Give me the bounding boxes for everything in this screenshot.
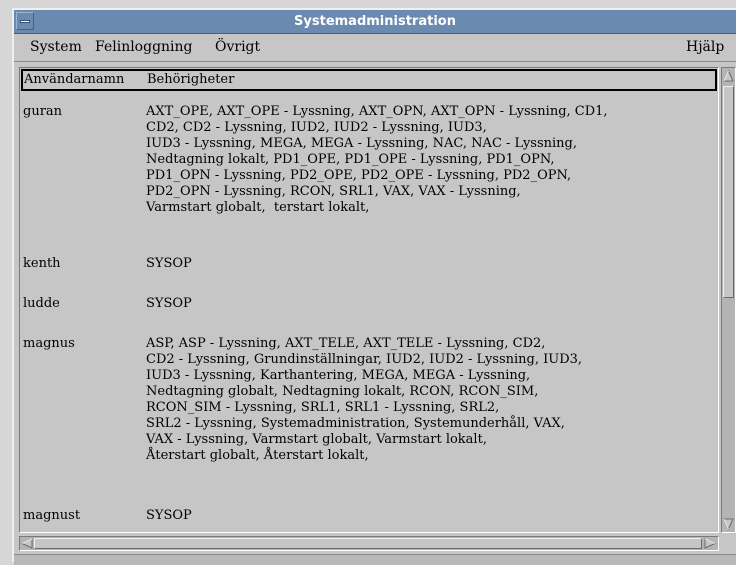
horizontal-scroll-thumb[interactable]: [34, 538, 702, 549]
arrow-up-icon[interactable]: [723, 70, 734, 82]
user-permissions-list[interactable]: Användarnamn Behörigheter guran AXT_OPE,…: [19, 67, 719, 533]
vertical-scrollbar[interactable]: [721, 67, 736, 533]
menu-help[interactable]: Hjälp: [686, 39, 724, 55]
permissions-text: SYSOP: [146, 296, 192, 311]
window-bottom-border: [14, 554, 736, 565]
menu-system[interactable]: System: [30, 39, 82, 55]
horizontal-scrollbar[interactable]: [19, 536, 719, 551]
user-name: kenth: [23, 256, 61, 271]
menu-ovrigt[interactable]: Övrigt: [215, 39, 260, 55]
vertical-scroll-thumb[interactable]: [723, 86, 734, 298]
arrow-right-icon[interactable]: [704, 538, 716, 549]
permissions-text: AXT_OPE, AXT_OPE - Lyssning, AXT_OPN, AX…: [146, 104, 608, 215]
user-name: magnust: [23, 508, 81, 523]
title-bar[interactable]: Systemadministration: [14, 10, 736, 34]
user-name: guran: [23, 104, 63, 119]
arrow-down-icon[interactable]: [723, 518, 734, 530]
window: Systemadministration System Felinloggnin…: [12, 8, 736, 565]
user-name: magnus: [23, 336, 75, 351]
permissions-text: ASP, ASP - Lyssning, AXT_TELE, AXT_TELE …: [146, 336, 583, 463]
column-header-username: Användarnamn: [24, 72, 125, 87]
list-header-row[interactable]: Användarnamn Behörigheter: [21, 69, 717, 91]
menu-bar: System Felinloggning Övrigt Hjälp: [14, 34, 736, 62]
window-title: Systemadministration: [294, 14, 456, 29]
menu-felinloggning[interactable]: Felinloggning: [95, 39, 193, 55]
arrow-left-icon[interactable]: [21, 538, 33, 549]
column-header-permissions: Behörigheter: [147, 72, 235, 87]
permissions-text: SYSOP: [146, 508, 192, 523]
user-name: ludde: [23, 296, 60, 311]
permissions-text: SYSOP: [146, 256, 192, 271]
